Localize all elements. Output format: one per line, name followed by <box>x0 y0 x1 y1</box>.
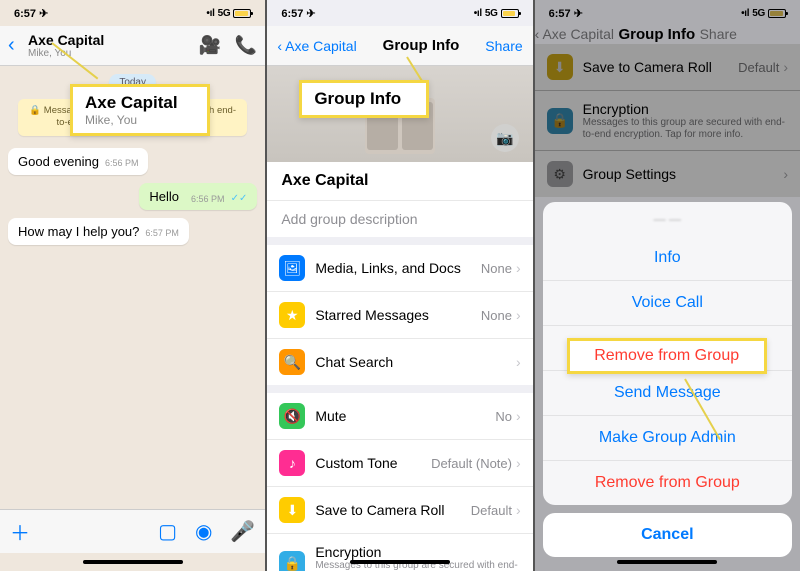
row-media[interactable]: 🖼 Media, Links, and Docs None › <box>267 245 532 292</box>
network-label: 5G <box>218 8 231 19</box>
media-icon: 🖼 <box>279 255 305 281</box>
callout-group-info: Group Info <box>299 80 429 118</box>
callout-chat-title: Axe Capital Mike, You <box>70 84 210 136</box>
chat-body: Today 🔒 Messages to this group are secur… <box>0 66 265 509</box>
attach-icon[interactable]: ＋ <box>10 517 30 546</box>
chevron-right-icon: › <box>516 354 521 370</box>
signal-icon: •ıl <box>206 8 214 19</box>
status-bar: 6:57 ✈ •ıl 5G <box>267 0 532 26</box>
home-indicator[interactable] <box>267 553 532 571</box>
message-in[interactable]: Good evening6:56 PM <box>8 148 148 175</box>
tone-icon: ♪ <box>279 450 305 476</box>
status-time: 6:57 ✈ <box>281 7 315 20</box>
chevron-right-icon: › <box>516 260 521 276</box>
status-right: •ıl 5G <box>206 8 251 19</box>
status-bar: 6:57 ✈ •ıl 5G <box>0 0 265 26</box>
screen-chat: 6:57 ✈ •ıl 5G ‹ Axe Capital Mike, You 🎥 … <box>0 0 266 571</box>
star-icon: ★ <box>279 302 305 328</box>
back-icon[interactable]: ‹ <box>8 34 26 57</box>
callout-title: Axe Capital <box>85 93 195 113</box>
chat-subtitle: Mike, You <box>28 48 198 59</box>
chevron-right-icon: › <box>516 502 521 518</box>
sheet-info[interactable]: Info <box>543 236 792 281</box>
row-save[interactable]: ⬇ Save to Camera Roll Default › <box>267 487 532 534</box>
callout-remove: Remove from Group <box>567 338 767 374</box>
mute-icon: 🔇 <box>279 403 305 429</box>
message-in[interactable]: How may I help you?6:57 PM <box>8 218 189 245</box>
edit-photo-icon[interactable]: 📷 <box>491 124 519 152</box>
chat-input-bar: ＋ ▢ ◉ 🎤 <box>0 509 265 553</box>
sheet-voice-call[interactable]: Voice Call <box>543 281 792 326</box>
status-time: 6:57 ✈ <box>14 7 48 20</box>
home-indicator[interactable] <box>535 553 800 571</box>
sheet-make-admin[interactable]: Make Group Admin <box>543 416 792 461</box>
camera-icon[interactable]: ◉ <box>195 519 212 544</box>
share-button[interactable]: Share <box>485 38 522 54</box>
back-button[interactable]: ‹ Axe Capital <box>277 38 356 54</box>
row-mute[interactable]: 🔇 Mute No › <box>267 393 532 440</box>
group-info-nav: ‹ Axe Capital Group Info Share <box>267 26 532 66</box>
battery-icon <box>233 9 251 18</box>
page-title: Group Info <box>383 37 460 54</box>
chat-nav: ‹ Axe Capital Mike, You 🎥 📞 <box>0 26 265 66</box>
save-icon: ⬇ <box>279 497 305 523</box>
home-indicator[interactable] <box>0 553 265 571</box>
callout-title: Remove from Group <box>582 347 752 365</box>
battery-icon <box>501 9 519 18</box>
voice-call-icon[interactable]: 📞 <box>235 35 257 56</box>
video-call-icon[interactable]: 🎥 <box>198 35 220 56</box>
sheet-header: — — <box>543 202 792 236</box>
sheet-remove[interactable]: Remove from Group <box>543 461 792 505</box>
sheet-send-message[interactable]: Send Message <box>543 371 792 416</box>
sheet-cancel[interactable]: Cancel <box>543 513 792 557</box>
search-icon: 🔍 <box>279 349 305 375</box>
row-search[interactable]: 🔍 Chat Search › <box>267 339 532 385</box>
callout-title: Group Info <box>314 89 414 109</box>
screen-group-info: 6:57 ✈ •ıl 5G ‹ Axe Capital Group Info S… <box>266 0 533 571</box>
action-sheet: — — Info Voice Call Video Call Send Mess… <box>543 202 792 557</box>
network-label: 5G <box>485 8 498 19</box>
callout-subtitle: Mike, You <box>85 113 195 127</box>
chevron-right-icon: › <box>516 307 521 323</box>
row-tone[interactable]: ♪ Custom Tone Default (Note) › <box>267 440 532 487</box>
group-name-row[interactable]: Axe Capital <box>267 162 532 201</box>
mic-icon[interactable]: 🎤 <box>230 519 255 544</box>
chevron-right-icon: › <box>516 455 521 471</box>
sticker-icon[interactable]: ▢ <box>158 519 177 544</box>
screen-action-sheet: 6:57 ✈ •ıl 5G ‹ Axe Capital Group Info S… <box>534 0 800 571</box>
message-out[interactable]: Hello6:56 PM✓✓ <box>139 183 257 210</box>
group-desc-row[interactable]: Add group description <box>267 201 532 237</box>
read-ticks-icon: ✓✓ <box>231 193 248 204</box>
signal-icon: •ıl <box>474 8 482 19</box>
three-phone-tutorial: 6:57 ✈ •ıl 5G ‹ Axe Capital Mike, You 🎥 … <box>0 0 800 571</box>
status-right: •ıl 5G <box>474 8 519 19</box>
chevron-right-icon: › <box>516 408 521 424</box>
row-starred[interactable]: ★ Starred Messages None › <box>267 292 532 339</box>
